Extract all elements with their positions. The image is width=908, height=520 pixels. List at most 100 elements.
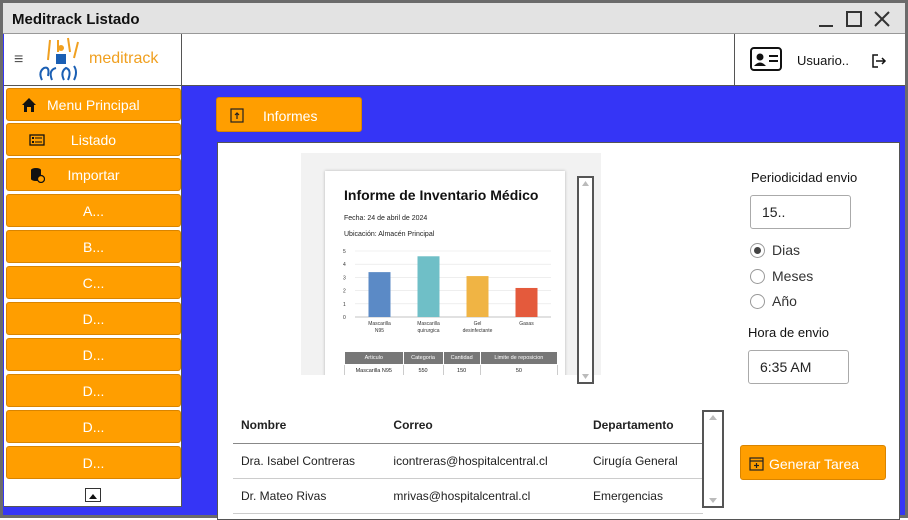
window-title: Meditrack Listado: [12, 11, 140, 28]
report-table-header: Limite de reposicion: [479, 351, 559, 365]
y-tick-label: 3: [343, 275, 346, 281]
table-cell: Dr. Mateo Rivas: [233, 478, 386, 514]
user-id-card-icon[interactable]: [750, 47, 782, 71]
informes-panel: Informe de Inventario Médico Fecha: 24 d…: [217, 142, 900, 520]
sidebar-subitem[interactable]: D...: [6, 410, 181, 443]
hora-input[interactable]: [748, 350, 849, 384]
y-tick-label: 0: [343, 315, 346, 321]
x-tick-label: N95: [375, 328, 384, 334]
inventory-bar-chart: 012345MascarillaN95MascarillaquirurgicaG…: [343, 249, 551, 334]
radio-meses[interactable]: Meses: [750, 268, 813, 284]
close-icon[interactable]: [871, 8, 893, 30]
brand-area: ≡ meditrack: [4, 34, 182, 86]
column-header[interactable]: Correo: [385, 407, 585, 444]
contacts-table: Nombre Correo Departamento Dra. Isabel C…: [233, 407, 703, 514]
logout-icon[interactable]: [871, 54, 887, 68]
sidebar-scroll-up-button[interactable]: [85, 488, 101, 502]
app-window: Meditrack Listado ≡ meditrack Usuario.. …: [0, 0, 908, 520]
sidebar-item-label: D...: [82, 454, 105, 471]
radio-label: Dias: [772, 242, 801, 258]
generar-tarea-label: Generar Tarea: [769, 456, 860, 472]
user-label[interactable]: Usuario..: [797, 53, 849, 68]
sidebar-item-label: D...: [82, 310, 105, 327]
top-bar: ≡ meditrack Usuario..: [4, 34, 905, 86]
sidebar-item-label: D...: [82, 382, 105, 399]
column-header[interactable]: Departamento: [584, 407, 703, 444]
sidebar-subitem[interactable]: C...: [6, 266, 181, 299]
sidebar-subitem[interactable]: A...: [6, 194, 181, 227]
x-tick-label: Gasas: [519, 321, 534, 327]
sidebar-item-label: D...: [82, 346, 105, 363]
radio-label: Año: [772, 293, 797, 309]
radio-label: Meses: [772, 268, 814, 284]
report-table-cell: 150: [442, 364, 481, 375]
sidebar-item-importar[interactable]: Importar: [6, 158, 181, 191]
report-date: Fecha: 24 de abril de 2024: [344, 215, 428, 222]
radio-dot: [750, 268, 765, 284]
report-table-header: Categoria: [402, 351, 444, 365]
report-table-header: Articulo: [344, 351, 404, 365]
column-header[interactable]: Nombre: [233, 407, 386, 444]
informes-button[interactable]: Informes: [216, 97, 362, 132]
sidebar-item-label: Menu Principal: [47, 96, 140, 113]
home-icon: [22, 98, 36, 112]
y-tick-label: 1: [343, 302, 346, 308]
title-bar: Meditrack Listado: [3, 3, 905, 34]
report-table-cell: Mascarilla N95: [344, 364, 404, 375]
meditrack-logo-icon: [39, 37, 79, 81]
generar-tarea-button[interactable]: Generar Tarea: [740, 445, 886, 480]
report-title: Informe de Inventario Médico: [344, 187, 539, 203]
report-icon: [230, 108, 244, 123]
table-row[interactable]: Dra. Isabel Contreras icontreras@hospita…: [233, 443, 703, 479]
sidebar-item-label: B...: [82, 238, 104, 255]
periodicidad-label: Periodicidad envio: [751, 170, 858, 185]
report-table-cell: 550: [402, 364, 444, 375]
y-tick-label: 2: [343, 289, 346, 295]
table-scrollbar[interactable]: [702, 410, 724, 508]
radio-dias[interactable]: Dias: [750, 242, 800, 258]
user-area: Usuario..: [734, 34, 905, 86]
report-table-row: Mascarilla N95 550 150 50: [344, 364, 559, 375]
x-tick-label: Mascarilla: [417, 321, 440, 327]
x-tick-label: quirurgica: [418, 328, 440, 334]
sidebar-subitem[interactable]: B...: [6, 230, 181, 263]
minimize-icon[interactable]: [815, 8, 837, 30]
sidebar-item-listado[interactable]: Listado: [6, 123, 181, 156]
sidebar-subitem[interactable]: D...: [6, 374, 181, 407]
chart-bar: [515, 287, 538, 317]
sidebar-subitem[interactable]: D...: [6, 338, 181, 371]
radio-ano[interactable]: Año: [750, 293, 797, 309]
scroll-arrows-icon: [709, 415, 717, 503]
report-preview: Informe de Inventario Médico Fecha: 24 d…: [301, 153, 601, 375]
hamburger-menu-icon[interactable]: ≡: [14, 51, 23, 69]
x-tick-label: Mascarilla: [368, 321, 391, 327]
table-cell: icontreras@hospitalcentral.cl: [385, 443, 585, 479]
sidebar-item-label: A...: [82, 202, 104, 219]
table-cell: mrivas@hospitalcentral.cl: [385, 478, 585, 514]
brand-name: meditrack: [89, 50, 159, 67]
table-header-row: Nombre Correo Departamento: [233, 407, 703, 444]
calendar-plus-icon: [749, 457, 764, 471]
scroll-arrows-icon: [582, 181, 589, 379]
periodicidad-input[interactable]: [750, 195, 851, 229]
sidebar-item-label: Listado: [70, 131, 117, 148]
table-row[interactable]: Dr. Mateo Rivas mrivas@hospitalcentral.c…: [233, 478, 703, 514]
table-cell: Cirugía General: [584, 443, 703, 479]
table-cell: Dra. Isabel Contreras: [233, 443, 386, 479]
chart-bar: [417, 256, 440, 317]
sidebar-subitem[interactable]: D...: [6, 446, 181, 479]
sidebar-subitem[interactable]: D...: [6, 302, 181, 335]
sidebar-item-label: Importar: [67, 166, 120, 183]
x-tick-label: Gel: [474, 321, 482, 327]
maximize-icon[interactable]: [843, 8, 865, 30]
y-tick-label: 5: [343, 249, 346, 255]
sidebar-item-menu-principal[interactable]: Menu Principal: [6, 88, 181, 121]
y-tick-label: 4: [343, 262, 346, 268]
x-tick-label: desinfectante: [463, 328, 493, 334]
sidebar-item-label: C...: [82, 274, 105, 291]
table-cell: Emergencias: [584, 478, 703, 514]
radio-dot: [750, 242, 765, 258]
preview-scrollbar[interactable]: [577, 176, 594, 384]
report-table-cell: 50: [479, 364, 559, 375]
report-table-header: Cantidad: [442, 351, 481, 365]
